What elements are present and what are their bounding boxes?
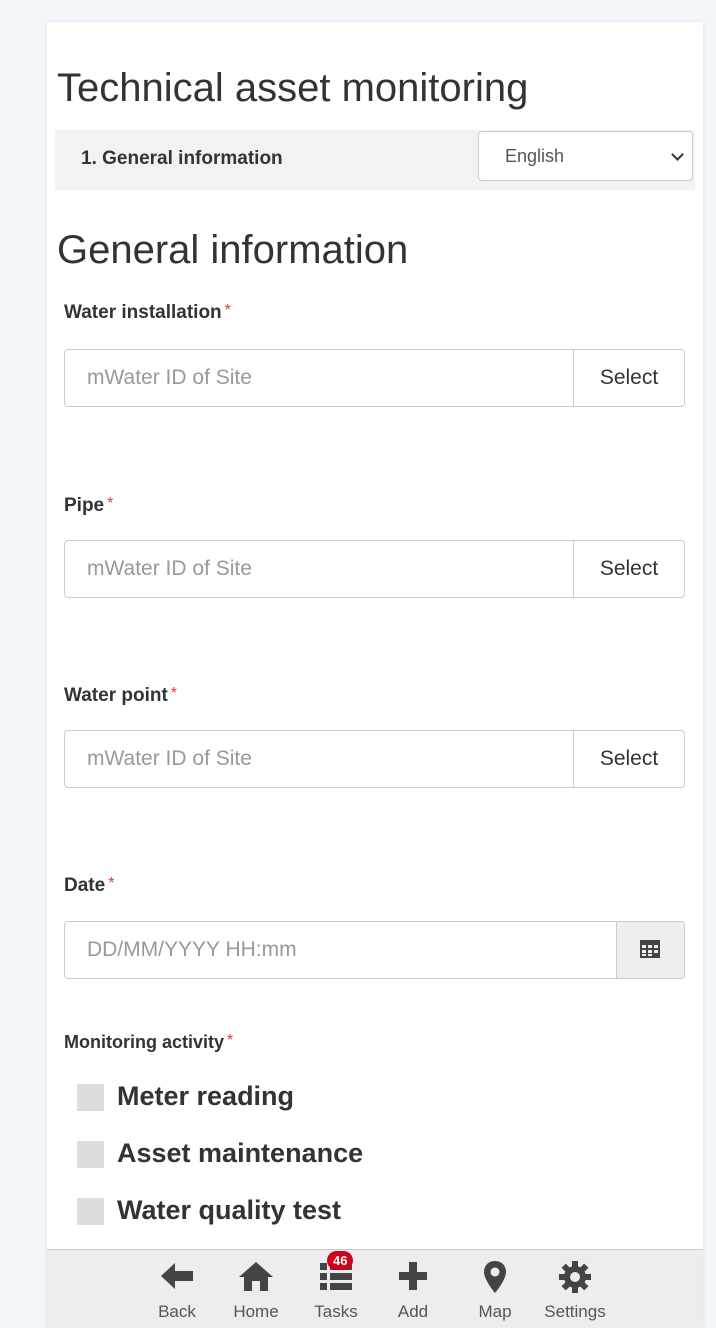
gear-icon [559,1261,591,1293]
date-label: Date * [64,875,114,897]
water-installation-input[interactable]: mWater ID of Site [87,366,252,390]
calendar-icon [640,940,660,958]
option-label: Asset maintenance [117,1138,364,1168]
required-marker: * [108,875,115,892]
language-select[interactable]: English [478,131,693,181]
nav-tasks-label: Tasks [314,1302,358,1321]
water-point-label-text: Water point [64,685,168,706]
nav-add[interactable]: Add [385,1250,441,1328]
water-point-label: Water point * [64,685,177,707]
option-label: Meter reading [117,1081,295,1111]
nav-back[interactable]: Back [147,1250,207,1328]
nav-back-label: Back [158,1302,196,1321]
nav-tasks[interactable]: 46 Tasks [305,1250,367,1328]
nav-settings-label: Settings [544,1302,606,1321]
pipe-site-field: mWater ID of Site Select [64,540,685,598]
monitoring-activity-label: Monitoring activity * [64,1032,233,1053]
pipe-select-button[interactable]: Select [573,541,684,597]
option-label: Water quality test [117,1195,342,1225]
plus-icon [399,1262,427,1290]
nav-home[interactable]: Home [223,1250,289,1328]
home-icon [239,1262,273,1291]
date-field: DD/MM/YYYY HH:mm [64,921,685,979]
required-marker: * [170,685,178,702]
water-point-input[interactable]: mWater ID of Site [87,747,252,771]
bottom-navigation: Back Home 46 Tasks Add Map Settings [47,1249,703,1328]
form-title: Technical asset monitoring [57,66,529,110]
water-installation-label-text: Water installation [64,302,222,323]
required-marker: * [224,302,231,319]
monitoring-activity-label-text: Monitoring activity [64,1032,225,1052]
calendar-button[interactable] [616,922,684,978]
language-select-value: English [505,146,565,166]
chevron-down-icon [671,148,684,161]
pipe-label: Pipe * [64,495,113,517]
section-heading: General information [57,228,409,272]
water-installation-label: Water installation * [64,302,231,324]
water-point-site-field: mWater ID of Site Select [64,730,685,788]
required-marker: * [107,495,114,512]
map-pin-icon [484,1261,506,1293]
pipe-label-text: Pipe [64,495,105,516]
arrow-left-icon [161,1263,193,1289]
checkbox[interactable] [77,1141,104,1168]
checkbox[interactable] [77,1084,104,1111]
tasks-count-badge: 46 [327,1251,354,1270]
water-installation-select-button[interactable]: Select [573,350,684,406]
checkbox[interactable] [77,1198,104,1225]
section-nav-label[interactable]: 1. General information [81,148,283,170]
required-marker: * [227,1032,234,1049]
form-card: Technical asset monitoring 1. General in… [47,22,703,1327]
date-input[interactable]: DD/MM/YYYY HH:mm [87,938,297,962]
pipe-input[interactable]: mWater ID of Site [87,557,252,581]
nav-add-label: Add [397,1302,429,1321]
nav-settings[interactable]: Settings [535,1250,615,1328]
nav-map-label: Map [478,1302,512,1321]
water-point-select-button[interactable]: Select [573,731,684,787]
nav-home-label: Home [233,1302,279,1321]
date-label-text: Date [64,875,106,896]
water-installation-site-field: mWater ID of Site Select [64,349,685,407]
nav-map[interactable]: Map [467,1250,523,1328]
